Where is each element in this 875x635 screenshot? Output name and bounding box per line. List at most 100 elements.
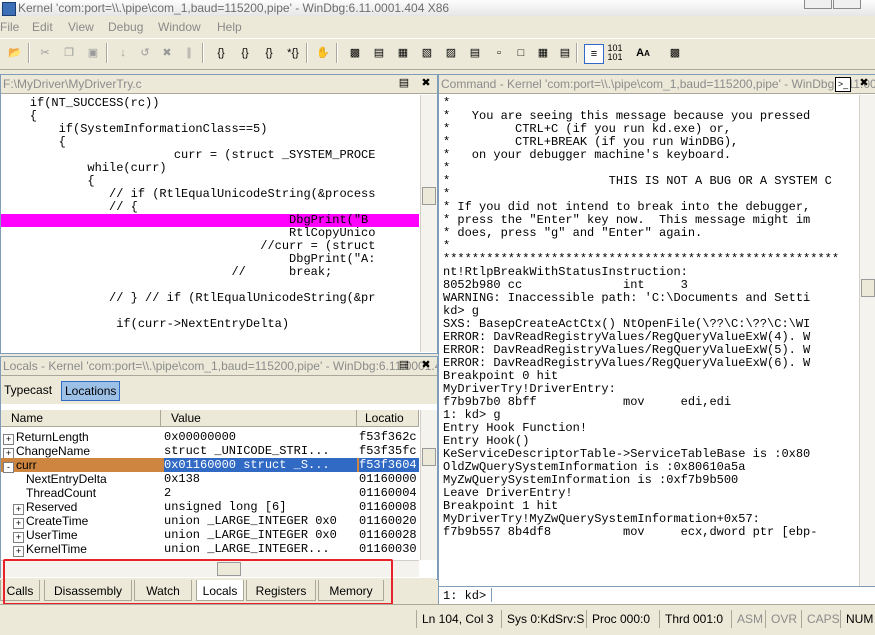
source-mode-toggle-icon[interactable]: ≡ [584, 44, 604, 64]
typecast-button[interactable]: Typecast [1, 381, 55, 399]
status-ovr: OVR [765, 610, 797, 628]
options-icon[interactable]: ▩ [666, 44, 684, 62]
source-window-header: F:\MyDriver\MyDriverTry.c ▤ ✖ [1, 75, 437, 94]
command-input-row: 1: kd> [439, 586, 875, 605]
local-location: f53f3604 [359, 458, 419, 472]
local-value[interactable]: union _LARGE_INTEGER 0x0 [164, 528, 357, 542]
command-output-line: WARNING: Inaccessible path: 'C:\Document… [443, 291, 811, 305]
restart-icon[interactable]: ↺ [136, 44, 154, 62]
step-out-icon[interactable]: {} [260, 44, 278, 62]
close-icon[interactable]: ✖ [419, 359, 433, 372]
command-vscrollbar[interactable] [859, 95, 875, 588]
windbg-app-icon [2, 2, 16, 16]
local-location: f53f35fc [359, 444, 417, 458]
menu-debug[interactable]: Debug [108, 20, 143, 34]
menu-edit[interactable]: Edit [32, 20, 53, 34]
locals-row[interactable]: + CreateTime union _LARGE_INTEGER 0x0 01160… [1, 514, 419, 529]
hand-icon[interactable]: ✋ [314, 44, 332, 62]
local-name: curr [16, 458, 37, 472]
local-name: CreateTime [26, 514, 89, 528]
scrollbar-thumb[interactable] [422, 187, 436, 205]
locals-row[interactable]: - curr 0x01160000 struct _S... f53f3604 [1, 458, 419, 473]
locals-row[interactable]: + UserTime union _LARGE_INTEGER 0x0 0116002… [1, 528, 419, 543]
locals-row[interactable]: + ReturnLength 0x00000000 f53f362c [1, 430, 419, 445]
command-output-line: * does, press "g" and "Enter" again. [443, 226, 703, 240]
annotation-highlight-box [3, 559, 393, 605]
watch-window-icon[interactable]: ▤ [370, 44, 388, 62]
expand-icon[interactable]: + [13, 546, 24, 557]
open-folder-icon[interactable]: 📂 [6, 44, 24, 62]
menu-view[interactable]: View [68, 20, 94, 34]
local-value[interactable]: union _LARGE_INTEGER 0x0 [164, 514, 357, 528]
locals-row[interactable]: NextEntryDelta 0x138 01160000 [1, 472, 419, 486]
locals-window: Locals - Kernel 'com:port=\\.\pipe\com_1… [0, 356, 438, 580]
local-value[interactable]: union _LARGE_INTEGER... [164, 542, 357, 556]
source-window: F:\MyDriver\MyDriverTry.c ▤ ✖ if(NT_SUCC… [0, 74, 438, 354]
menu-bar: File Edit View Debug Window Help [0, 16, 875, 37]
locals-row[interactable]: + ChangeName struct _UNICODE_STRI... f53f35… [1, 444, 419, 459]
disassembly-icon[interactable]: ▫ [490, 44, 508, 62]
locations-button[interactable]: Locations [61, 381, 121, 401]
scrollbar-thumb[interactable] [422, 448, 436, 466]
cut-icon[interactable]: ✂ [36, 44, 54, 62]
column-name[interactable]: Name [1, 410, 161, 427]
close-icon[interactable]: ✖ [857, 77, 871, 90]
status-asm: ASM [731, 610, 763, 628]
command-prompt: 1: kd> [443, 589, 487, 603]
source-scrollbar[interactable] [420, 95, 437, 352]
command-prompt-icon[interactable]: >_ [835, 77, 851, 92]
command-input[interactable] [491, 588, 875, 602]
font-icon[interactable]: AA [634, 44, 652, 62]
source-line: // break; [1, 265, 333, 279]
locals-window-icon[interactable]: ▦ [394, 44, 412, 62]
paste-icon[interactable]: ▣ [84, 44, 102, 62]
maximize-button[interactable] [833, 0, 861, 9]
scrollbar-thumb[interactable] [861, 279, 875, 297]
local-value[interactable]: struct _UNICODE_STRI... [164, 444, 357, 458]
memory-window-icon[interactable]: ▨ [442, 44, 460, 62]
break-icon[interactable]: ∥ [180, 44, 198, 62]
menu-file[interactable]: File [0, 20, 19, 34]
scratch-pad-icon[interactable]: □ [512, 44, 530, 62]
command-window-icon[interactable]: ▩ [346, 44, 364, 62]
local-value[interactable]: 2 [164, 486, 357, 500]
run-to-cursor-icon[interactable]: *{} [284, 44, 302, 62]
local-value[interactable]: 0x138 [164, 472, 357, 486]
window-menu-icon[interactable]: ▤ [397, 77, 411, 90]
locals-row[interactable]: ThreadCount 2 01160004 [1, 486, 419, 500]
step-into-icon[interactable]: {} [212, 44, 230, 62]
call-stack-icon[interactable]: ▤ [466, 44, 484, 62]
local-name: ChangeName [16, 444, 91, 458]
stop-icon[interactable]: ✖ [158, 44, 176, 62]
window-menu-icon[interactable]: ▤ [397, 359, 411, 372]
source-mode-icon[interactable]: ▤ [556, 44, 574, 62]
local-name: Reserved [26, 500, 78, 514]
locals-vscrollbar[interactable] [420, 410, 437, 560]
local-location: 01160000 [359, 472, 417, 486]
process-threads-icon[interactable]: ▦ [534, 44, 552, 62]
registers-window-icon[interactable]: ▧ [418, 44, 436, 62]
column-location[interactable]: Locatio [357, 410, 419, 427]
copy-icon[interactable]: ❐ [60, 44, 78, 62]
locals-row[interactable]: + KernelTime union _LARGE_INTEGER... 011600… [1, 542, 419, 557]
local-value[interactable]: 0x01160000 struct _S... [164, 458, 357, 472]
local-value[interactable]: unsigned long [6] [164, 500, 357, 514]
column-value[interactable]: Value [161, 410, 357, 427]
step-over-icon[interactable]: {} [236, 44, 254, 62]
minimize-button[interactable] [804, 0, 832, 9]
locals-row[interactable]: + Reserved unsigned long [6] 01160008 [1, 500, 419, 515]
hex-mode-icon[interactable]: 101 101 [606, 44, 624, 62]
source-code-area[interactable]: if(NT_SUCCESS(rc)) { if(SystemInformatio… [1, 95, 419, 353]
command-output[interactable]: * * You are seeing this message because y… [443, 95, 857, 587]
go-icon[interactable]: ↓ [114, 44, 132, 62]
command-window-title: Command - Kernel 'com:port=\\.\pipe\com_… [441, 77, 875, 91]
menu-help[interactable]: Help [217, 20, 242, 34]
close-icon[interactable]: ✖ [419, 77, 433, 90]
source-line: if(NT_SUCCESS(rc)) [1, 96, 160, 110]
menu-window[interactable]: Window [158, 20, 201, 34]
source-line: // } // if (RtlEqualUnicodeString(&pr [1, 291, 376, 305]
local-location: 01160030 [359, 542, 417, 556]
title-bar: Kernel 'com:port=\\.\pipe\com_1,baud=115… [0, 0, 875, 17]
local-value[interactable]: 0x00000000 [164, 430, 357, 444]
local-name: ThreadCount [26, 486, 97, 500]
